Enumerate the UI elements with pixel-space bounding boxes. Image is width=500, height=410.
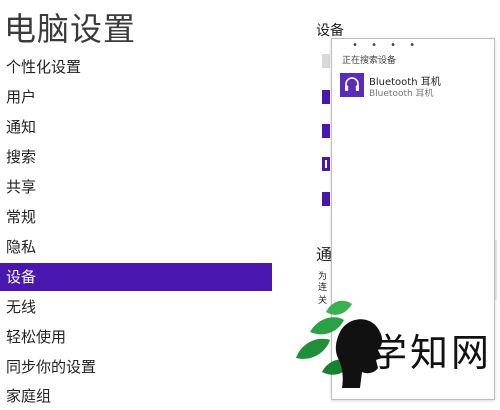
device-tile-placeholder[interactable] [322,54,330,68]
device-tile[interactable] [322,192,330,206]
nav-item-personalize[interactable]: 个性化设置 [0,53,272,81]
nav-item-sync-settings[interactable]: 同步你的设置 [0,353,272,381]
nav-item-notifications[interactable]: 通知 [0,113,272,141]
nav-item-wireless[interactable]: 无线 [0,293,272,321]
nav-item-privacy[interactable]: 隐私 [0,233,272,261]
nav-item-homegroup[interactable]: 家庭组 [0,382,272,410]
headphones-icon[interactable] [340,73,364,97]
section-title: 设备 [316,23,344,39]
nav-item-users[interactable]: 用户 [0,83,272,111]
device-tile[interactable] [322,124,330,138]
device-tile[interactable] [322,157,330,171]
searching-label: 正在搜索设备 [342,56,397,66]
nav-item-general[interactable]: 常规 [0,203,272,231]
nav-item-share[interactable]: 共享 [0,173,272,201]
watermark-text: 学知网 [369,331,493,375]
partial-section-heading: 通 [316,245,333,264]
nav-item-devices[interactable]: 设备 [0,263,272,291]
page-title: 电脑设置 [4,10,137,48]
device-tile[interactable] [322,90,330,104]
nav-item-search[interactable]: 搜索 [0,143,272,171]
settings-left-pane: 电脑设置 个性化设置 用户 通知 搜索 共享 常规 隐私 设备 无线 轻松使用 … [0,0,272,405]
nav-item-ease-of-access[interactable]: 轻松使用 [0,323,272,351]
device-subtitle: Bluetooth 耳机 [369,89,434,99]
progress-dots: • • • • [352,40,421,51]
